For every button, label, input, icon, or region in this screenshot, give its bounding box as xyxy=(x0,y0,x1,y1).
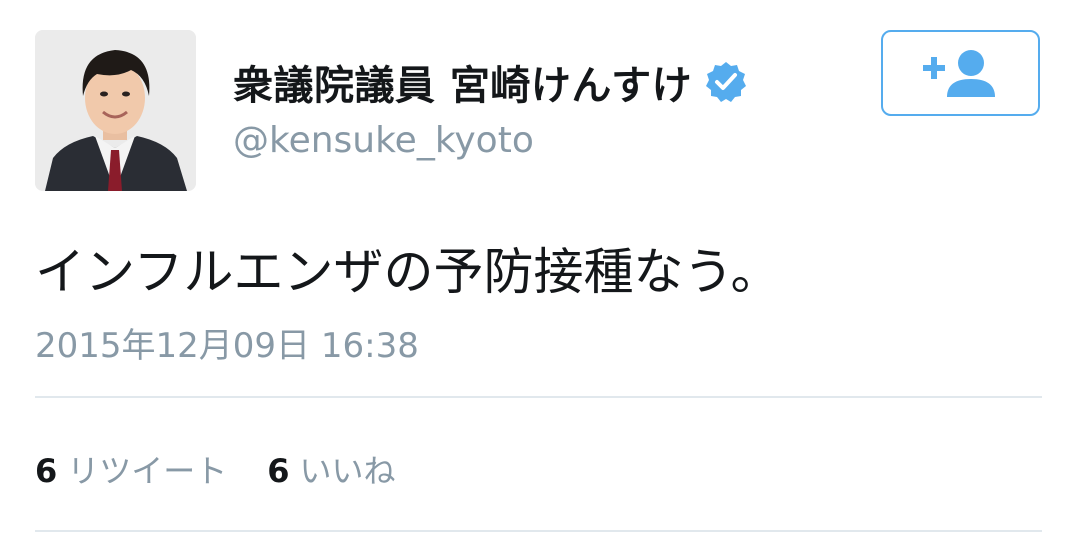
tweet-stats: 6 リツイート 6 いいね xyxy=(35,446,436,492)
divider xyxy=(35,530,1042,532)
follow-button[interactable] xyxy=(881,30,1040,116)
like-count: 6 xyxy=(267,452,290,490)
add-user-icon xyxy=(922,50,995,97)
verified-badge-icon xyxy=(704,60,748,104)
retweet-count: 6 xyxy=(35,452,58,490)
tweet-timestamp[interactable]: 2015年12月09日 16:38 xyxy=(35,318,419,367)
like-label: いいね xyxy=(299,452,396,490)
avatar[interactable] xyxy=(35,30,196,191)
retweet-stat[interactable]: 6 リツイート xyxy=(35,446,227,492)
display-name-row: 衆議院議員 宮崎けんすけ xyxy=(233,52,748,112)
tweet-detail: 衆議院議員 宮崎けんすけ @kensuke_kyoto インフルエンザの予防接種… xyxy=(0,0,1078,534)
tweet-text: インフルエンザの予防接種なう。 xyxy=(35,243,781,301)
divider xyxy=(35,396,1042,398)
profile-photo-icon xyxy=(35,30,196,191)
user-handle[interactable]: @kensuke_kyoto xyxy=(233,120,534,161)
like-stat[interactable]: 6 いいね xyxy=(267,446,395,492)
display-name[interactable]: 衆議院議員 宮崎けんすけ xyxy=(233,53,692,111)
retweet-label: リツイート xyxy=(67,452,228,490)
